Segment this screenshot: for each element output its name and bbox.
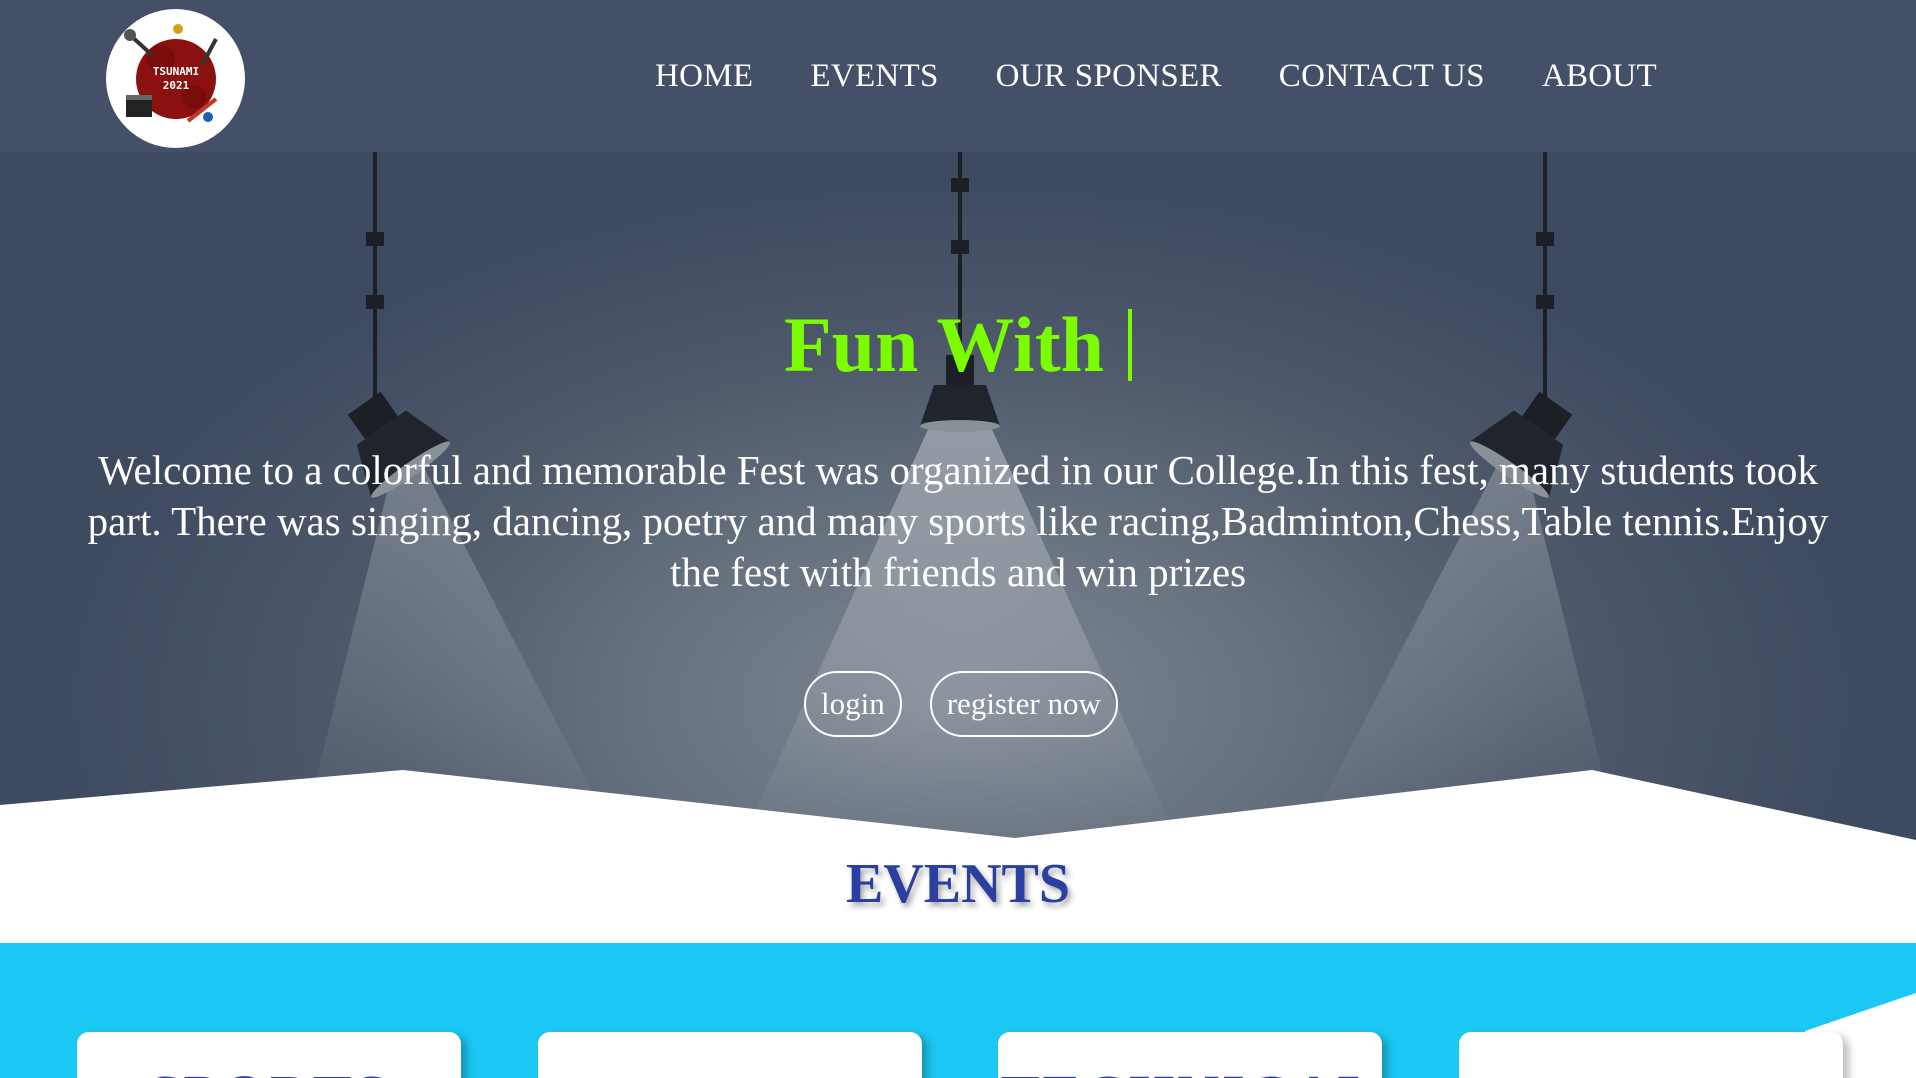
logo-text-line1: TSUNAMI [153, 65, 199, 78]
logo-text-line2: 2021 [163, 79, 190, 92]
nav-link-contact-us[interactable]: CONTACT US [1279, 58, 1485, 95]
site-logo[interactable]: TSUNAMI 2021 [106, 9, 245, 148]
tsunami-logo-icon: TSUNAMI 2021 [124, 24, 218, 123]
nav-link-our-sponser[interactable]: OUR SPONSER [996, 58, 1222, 95]
nav-link-home[interactable]: HOME [655, 58, 753, 95]
event-card-title: TECHNICAL [998, 1062, 1382, 1078]
events-cards-section: SPORTS TECHNICAL [0, 943, 1916, 1078]
navbar: TSUNAMI 2021 HOME EVENTS OUR SPONSER CON… [0, 0, 1916, 152]
main-nav: HOME EVENTS OUR SPONSER CONTACT US ABOUT [655, 58, 1657, 95]
event-card-4[interactable] [1459, 1032, 1843, 1078]
register-now-button[interactable]: register now [929, 671, 1118, 737]
event-card-2[interactable] [538, 1032, 922, 1078]
hero-description: Welcome to a colorful and memorable Fest… [87, 447, 1829, 595]
login-button[interactable]: login [804, 671, 902, 737]
nav-link-events[interactable]: EVENTS [810, 58, 938, 95]
event-card-title: SPORTS [77, 1062, 461, 1078]
event-card-technical[interactable]: TECHNICAL [998, 1032, 1382, 1078]
hero-title: Fun With [0, 300, 1916, 390]
events-heading: EVENTS [845, 853, 1071, 915]
hero-actions: login register now [804, 671, 1118, 737]
hero-title-text: Fun With [783, 301, 1105, 388]
typing-caret [1128, 309, 1133, 381]
event-card-sports[interactable]: SPORTS [77, 1032, 461, 1078]
nav-link-about[interactable]: ABOUT [1542, 58, 1657, 95]
